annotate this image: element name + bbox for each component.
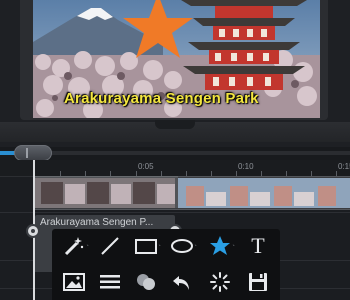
save-icon [249,273,267,291]
timeline-ruler[interactable]: 0:05 0:10 0:15 [0,160,350,177]
star-tool[interactable]: ` [204,231,236,261]
line-icon [101,237,119,255]
track-divider [0,212,350,213]
rectangle-icon [135,239,157,254]
tool-submenu-arrow: ` [194,244,197,253]
undo-button[interactable] [166,267,198,297]
loading-icon [210,272,230,292]
undo-icon [173,276,189,290]
layers-icon [137,274,155,290]
layers-tool[interactable] [130,267,162,297]
clip-selection-highlight [35,176,178,208]
preview-stand-notch [155,120,195,129]
save-button[interactable] [242,267,274,297]
ellipse-tool[interactable]: ` [166,231,198,261]
lines-tool[interactable] [94,267,126,297]
zoom-slider-track [0,151,350,155]
star-icon [210,236,230,255]
line-tool[interactable] [94,231,126,261]
ruler-label-15s: 0:15 [338,162,350,171]
title-clip-start-handle[interactable] [26,224,40,238]
ruler-label-5s: 0:05 [138,162,154,171]
title-clip-label: Arakurayama Sengen P... [40,217,154,228]
image-tool[interactable] [58,267,90,297]
timeline-zoom-slider[interactable] [0,145,350,161]
text-tool[interactable]: T [242,231,274,261]
magic-wand-tool[interactable]: ` [58,231,90,261]
overlay-tool-palette: ` ` ` ` T [52,229,280,300]
tool-submenu-arrow: ` [232,244,235,253]
lines-icon [100,275,120,289]
text-icon: T [251,233,265,258]
zoom-slider-handle[interactable] [14,145,52,161]
title-text-overlay[interactable]: Arakurayama Sengen Park [64,90,259,107]
tool-submenu-arrow: ` [158,244,161,253]
video-preview-area: Arakurayama Sengen Park [0,0,350,147]
ellipse-icon [171,239,193,253]
rectangle-tool[interactable]: ` [130,231,162,261]
image-icon [63,273,85,291]
magic-wand-icon [64,237,84,256]
clip-thumbnail [178,178,350,208]
tool-submenu-arrow: ` [86,244,89,253]
ruler-label-10s: 0:10 [238,162,254,171]
loading-indicator [204,267,236,297]
